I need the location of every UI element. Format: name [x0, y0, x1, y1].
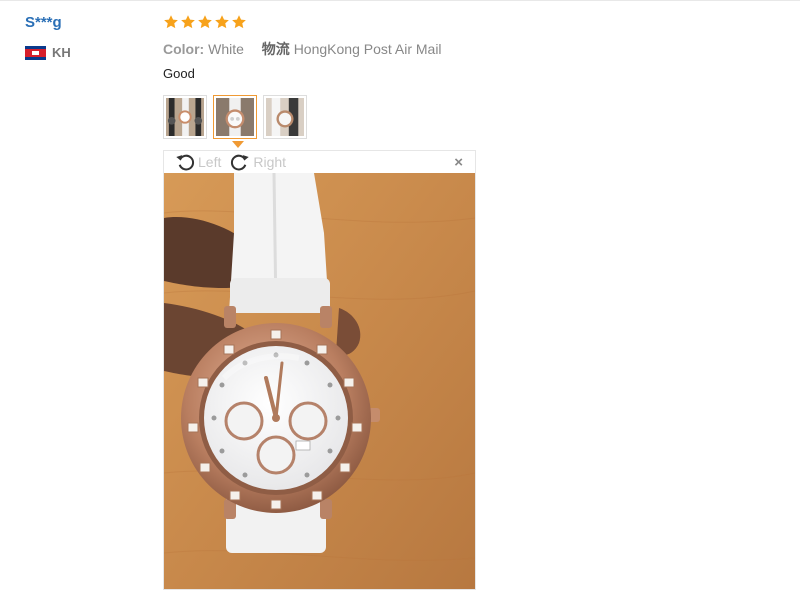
color-value: White: [208, 41, 244, 57]
rotate-right-icon: [231, 154, 250, 171]
photo-thumbnail[interactable]: [263, 95, 307, 139]
order-info: Color: White 物流 HongKong Post Air Mail: [163, 39, 442, 59]
photo-thumbnail[interactable]: [163, 95, 207, 139]
cambodia-flag-icon: [25, 45, 46, 60]
star-icon: [164, 15, 178, 29]
close-icon[interactable]: ×: [454, 154, 463, 171]
star-icon: [198, 15, 212, 29]
country-code: KH: [52, 45, 71, 60]
watch-photo-thumbnail-image: [266, 98, 304, 136]
rotate-left-label: Left: [198, 154, 222, 170]
review-text: Good: [163, 66, 195, 81]
selected-thumbnail-pointer: [232, 141, 244, 148]
star-rating: [163, 14, 247, 30]
star-icon: [215, 15, 229, 29]
photo-viewer: Left Right ×: [163, 150, 476, 590]
top-divider: [0, 0, 800, 1]
star-icon: [232, 15, 246, 29]
photo-thumbnails: [163, 95, 307, 139]
photo-thumbnail-selected[interactable]: [213, 95, 257, 139]
reviewer-name[interactable]: S***g: [25, 14, 62, 31]
rotate-left-icon: [176, 154, 195, 171]
color-label: Color:: [163, 41, 205, 57]
reviewer-country: KH: [25, 45, 71, 60]
viewer-toolbar: Left Right ×: [164, 151, 475, 173]
logistics-label: 物流: [261, 41, 290, 57]
watch-photo: [164, 173, 475, 589]
rotate-right-button[interactable]: Right: [229, 151, 286, 173]
rotate-left-button[interactable]: Left: [174, 151, 221, 173]
watch-photo-image: [164, 173, 475, 589]
star-icon: [181, 15, 195, 29]
rotate-right-label: Right: [253, 154, 287, 170]
logistics-value: HongKong Post Air Mail: [293, 41, 442, 57]
watch-photo-thumbnail-image: [166, 98, 204, 136]
watch-photo-thumbnail-image: [216, 98, 254, 136]
